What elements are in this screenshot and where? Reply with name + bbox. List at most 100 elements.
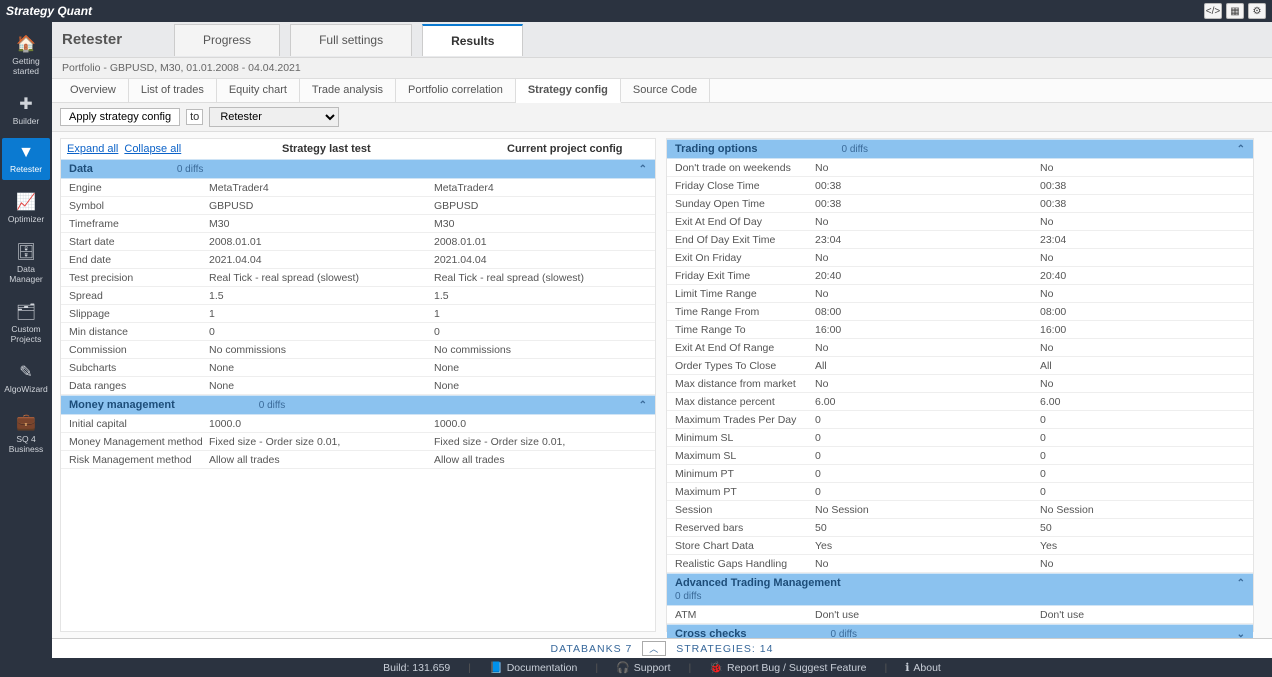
sidebar-item-label: Data Manager <box>4 264 48 284</box>
row-key: Realistic Gaps Handling <box>675 558 815 570</box>
subtab-strategy-config[interactable]: Strategy config <box>516 79 621 103</box>
row-value-b: 2008.01.01 <box>434 236 647 248</box>
row-key: Maximum Trades Per Day <box>675 414 815 426</box>
report-bug-link[interactable]: 🐞Report Bug / Suggest Feature <box>709 661 866 674</box>
book-icon: 📘 <box>489 662 503 674</box>
tab-results[interactable]: Results <box>422 24 523 56</box>
sidebar-item-getting-started[interactable]: 🏠Getting started <box>2 28 50 82</box>
sidebar-item-label: Getting started <box>4 56 48 76</box>
row-key: Slippage <box>69 308 209 320</box>
about-link[interactable]: ℹAbout <box>905 661 941 674</box>
row-value-b: 0 <box>1040 414 1245 426</box>
databanks-count: 7 <box>626 643 633 655</box>
row-key: Max distance percent <box>675 396 815 408</box>
row-value-a: 23:04 <box>815 234 1040 246</box>
tab-progress[interactable]: Progress <box>174 24 280 56</box>
subtab-portfolio-correlation[interactable]: Portfolio correlation <box>396 79 516 102</box>
row-key: Min distance <box>69 326 209 338</box>
config-row: Friday Exit Time20:4020:40 <box>667 267 1253 285</box>
row-key: Maximum SL <box>675 450 815 462</box>
section-header-advanced-trading-management[interactable]: Advanced Trading Management0 diffs <box>667 573 1253 606</box>
apply-target-select[interactable]: Retester <box>209 107 339 127</box>
config-row: Data rangesNoneNone <box>61 377 655 395</box>
row-value-b: No <box>1040 288 1245 300</box>
sidebar-item-data-manager[interactable]: 🗄Data Manager <box>2 236 50 290</box>
docs-link[interactable]: 📘Documentation <box>489 661 577 674</box>
config-row: Time Range To16:0016:00 <box>667 321 1253 339</box>
subtab-equity-chart[interactable]: Equity chart <box>217 79 300 102</box>
sidebar-icon: ✚ <box>19 94 32 114</box>
section-header-trading-options[interactable]: Trading options0 diffs <box>667 139 1253 159</box>
row-key: Order Types To Close <box>675 360 815 372</box>
apply-strategy-config-button[interactable]: Apply strategy config <box>60 108 180 126</box>
row-value-b: No <box>1040 558 1245 570</box>
sub-tabs: OverviewList of tradesEquity chartTrade … <box>52 79 1272 103</box>
row-value-b: Fixed size - Order size 0.01, <box>434 436 647 448</box>
row-value-b: 16:00 <box>1040 324 1245 336</box>
status-bar: Build: 131.659 | 📘Documentation | 🎧Suppo… <box>52 658 1272 677</box>
config-row: Money Management methodFixed size - Orde… <box>61 433 655 451</box>
subtab-overview[interactable]: Overview <box>58 79 129 102</box>
row-value-b: 00:38 <box>1040 180 1245 192</box>
section-diffs: 0 diffs <box>177 164 204 175</box>
expand-all-link[interactable]: Expand all <box>67 143 118 155</box>
config-row: Minimum PT00 <box>667 465 1253 483</box>
sidebar-item-builder[interactable]: ✚Builder <box>2 88 50 132</box>
row-value-b: 0 <box>434 326 647 338</box>
subtab-list-of-trades[interactable]: List of trades <box>129 79 217 102</box>
row-value-b: Allow all trades <box>434 454 647 466</box>
section-header-data[interactable]: Data0 diffs <box>61 159 655 179</box>
header-actions: </> ▦ ⚙ <box>1204 3 1266 19</box>
row-key: Start date <box>69 236 209 248</box>
tab-full-settings[interactable]: Full settings <box>290 24 412 56</box>
gear-icon[interactable]: ⚙ <box>1248 3 1266 19</box>
subtab-trade-analysis[interactable]: Trade analysis <box>300 79 396 102</box>
sidebar-item-label: AlgoWizard <box>4 384 47 394</box>
row-value-a: 50 <box>815 522 1040 534</box>
row-value-b: 6.00 <box>1040 396 1245 408</box>
row-key: Risk Management method <box>69 454 209 466</box>
section-header-money-management[interactable]: Money management0 diffs <box>61 395 655 415</box>
expand-databanks-icon[interactable]: ︿ <box>642 641 666 656</box>
code-icon[interactable]: </> <box>1204 3 1222 19</box>
row-value-b: 0 <box>1040 432 1245 444</box>
col-header-project-config: Current project config <box>507 143 649 155</box>
row-value-b: No <box>1040 378 1245 390</box>
subtab-source-code[interactable]: Source Code <box>621 79 710 102</box>
row-value-a: 0 <box>815 432 1040 444</box>
row-value-a: Real Tick - real spread (slowest) <box>209 272 434 284</box>
row-value-b: No <box>1040 216 1245 228</box>
page-title: Retester <box>62 31 122 48</box>
grid-icon[interactable]: ▦ <box>1226 3 1244 19</box>
sidebar-item-algowizard[interactable]: ✎AlgoWizard <box>2 356 50 400</box>
sidebar-item-sq-4-business[interactable]: 💼SQ 4 Business <box>2 406 50 460</box>
row-value-b: No Session <box>1040 504 1245 516</box>
row-key: Time Range From <box>675 306 815 318</box>
config-row: End Of Day Exit Time23:0423:04 <box>667 231 1253 249</box>
section-diffs: 0 diffs <box>675 591 1245 602</box>
row-value-a: 1000.0 <box>209 418 434 430</box>
strategies-count: 14 <box>760 643 774 655</box>
databanks-label: DATABANKS <box>551 643 622 655</box>
row-key: Initial capital <box>69 418 209 430</box>
row-value-a: No <box>815 378 1040 390</box>
left-column-header: Expand all Collapse all Strategy last te… <box>61 139 655 159</box>
row-key: Session <box>675 504 815 516</box>
collapse-all-link[interactable]: Collapse all <box>124 143 181 155</box>
row-key: Maximum PT <box>675 486 815 498</box>
support-link[interactable]: 🎧Support <box>616 661 670 674</box>
row-key: Spread <box>69 290 209 302</box>
sidebar-item-optimizer[interactable]: 📈Optimizer <box>2 186 50 230</box>
section-title: Trading options <box>675 143 758 155</box>
row-key: Store Chart Data <box>675 540 815 552</box>
sidebar-item-retester[interactable]: ▼Retester <box>2 138 50 180</box>
row-key: Minimum SL <box>675 432 815 444</box>
databanks-bar[interactable]: DATABANKS 7 ︿ STRATEGIES: 14 <box>52 638 1272 658</box>
row-value-a: M30 <box>209 218 434 230</box>
row-key: Minimum PT <box>675 468 815 480</box>
chevron-icon <box>1237 144 1245 155</box>
section-header-cross-checks[interactable]: Cross checks0 diffs <box>667 624 1253 638</box>
row-value-a: 6.00 <box>815 396 1040 408</box>
sidebar-icon: 📈 <box>16 192 36 212</box>
sidebar-item-custom-projects[interactable]: 🗂Custom Projects <box>2 296 50 350</box>
